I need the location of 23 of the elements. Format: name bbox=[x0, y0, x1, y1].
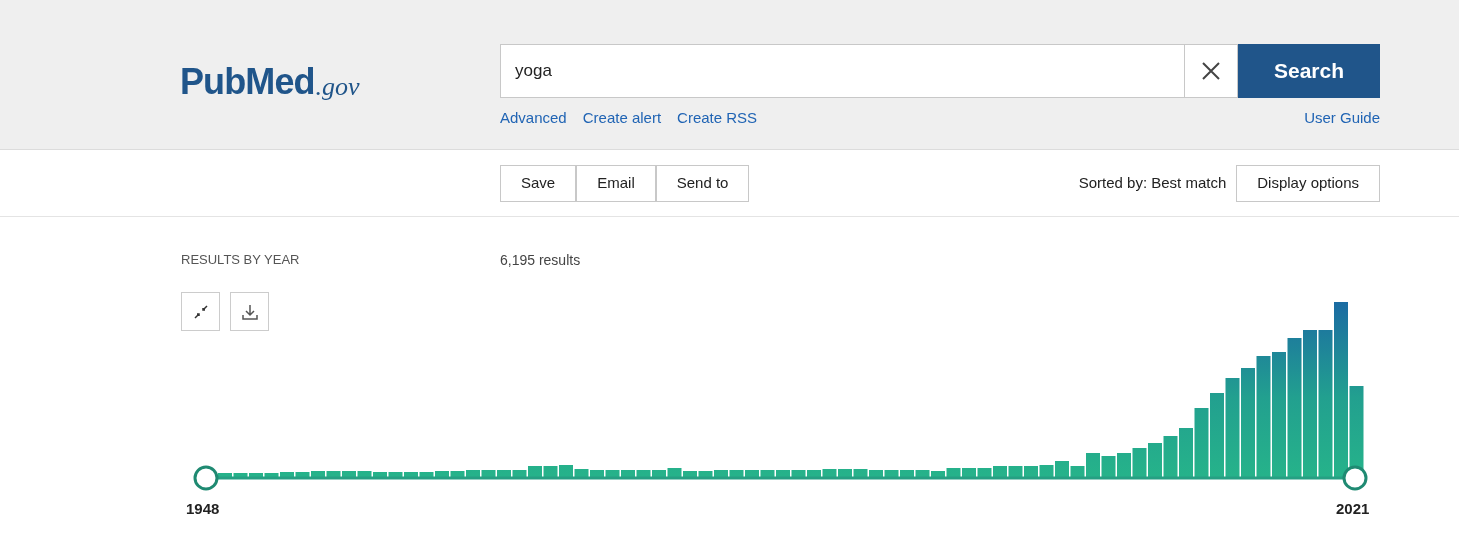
range-start-year: 1948 bbox=[186, 499, 220, 519]
search-query: yoga bbox=[515, 60, 552, 83]
section-heading: RESULTS BY YEAR bbox=[181, 251, 300, 269]
search-option-link[interactable]: Advanced bbox=[500, 107, 567, 130]
action-button[interactable]: Email bbox=[576, 164, 656, 202]
download-button[interactable] bbox=[230, 292, 269, 331]
range-end-year: 2021 bbox=[1336, 499, 1370, 519]
download-icon bbox=[240, 302, 259, 321]
user-guide-link[interactable]: User Guide bbox=[1304, 107, 1380, 130]
logo-suffix: .gov bbox=[315, 74, 360, 100]
search-option-link[interactable]: Create alert bbox=[582, 107, 662, 130]
search-option-link[interactable]: Create RSS bbox=[677, 107, 758, 130]
close-icon bbox=[1201, 61, 1221, 81]
action-button[interactable]: Save bbox=[500, 164, 577, 202]
display-options-button[interactable]: Display options bbox=[1236, 164, 1380, 202]
sort-label[interactable]: Sorted by: Best match bbox=[1078, 171, 1227, 195]
results-count: 6,195 results bbox=[500, 251, 581, 270]
collapse-icon bbox=[192, 303, 209, 320]
search-field[interactable]: yoga bbox=[500, 44, 1185, 98]
logo-wordmark[interactable]: PubMed bbox=[180, 64, 315, 100]
clear-button[interactable] bbox=[1185, 44, 1238, 98]
search-button[interactable]: Search bbox=[1238, 44, 1380, 98]
action-button[interactable]: Send to bbox=[655, 164, 750, 202]
